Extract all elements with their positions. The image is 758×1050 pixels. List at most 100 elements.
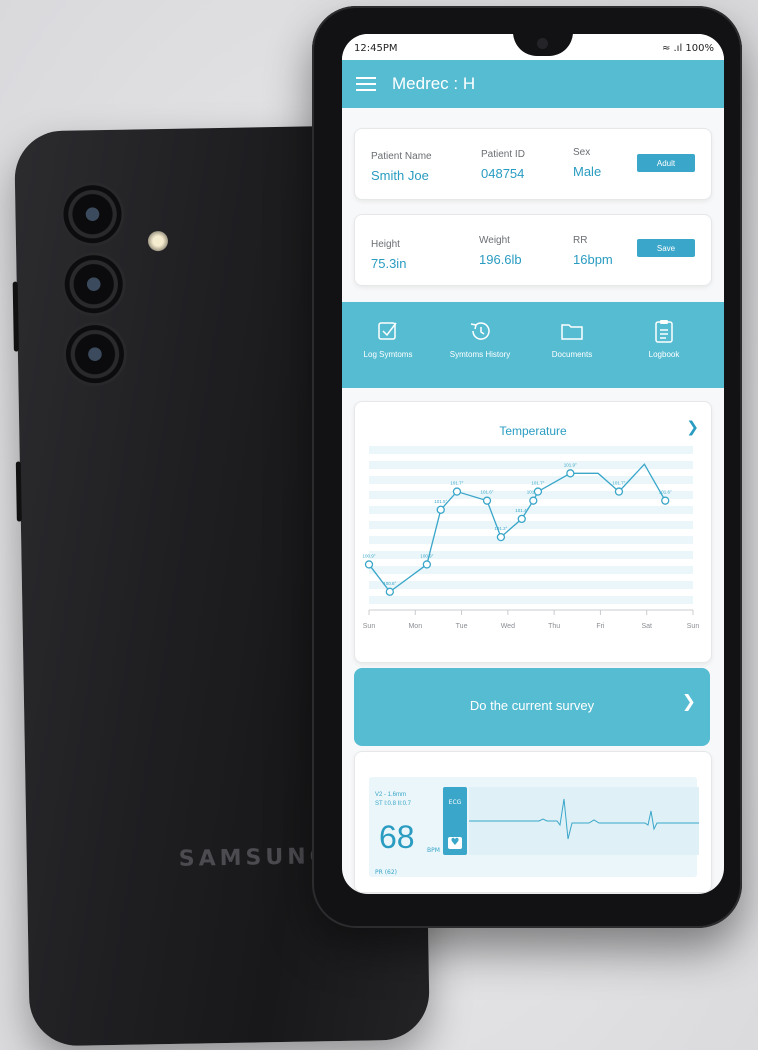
vitals-card: Height 75.3in Weight 196.6lb RR 16bpm Sa… — [354, 214, 712, 286]
temperature-point — [517, 514, 526, 524]
nav-label: Log Symtoms — [363, 350, 413, 359]
temperature-data-label: 100.6° — [383, 581, 396, 586]
x-tick-label: Tue — [456, 623, 468, 630]
ecg-panel: V2 - 1.6mm ST I:0.8 II:0.7 68 BPM PR (62… — [369, 777, 699, 877]
front-camera-icon — [537, 38, 548, 49]
temperature-point — [452, 487, 462, 496]
field-value: Male — [573, 164, 602, 179]
nav-log-symptoms[interactable]: Log Symtoms — [342, 316, 434, 359]
x-tick-label: Thu — [548, 623, 560, 630]
nav-logbook[interactable]: Logbook — [618, 316, 710, 359]
history-icon — [434, 316, 526, 346]
field-value: 16bpm — [573, 252, 613, 267]
pr-value: PR (62) — [375, 869, 398, 876]
chevron-right-icon: ❯ — [681, 692, 696, 712]
nav-symptoms-history[interactable]: Symtoms History — [434, 316, 526, 359]
power-button — [15, 461, 22, 522]
app-title: Medrec : H — [392, 74, 476, 93]
temperature-point — [661, 496, 670, 505]
field-label: Weight — [479, 235, 510, 246]
camera-lens-icon — [65, 324, 125, 384]
heart-rate-value: 68 — [379, 819, 415, 855]
field-label: Patient ID — [481, 149, 525, 160]
ecg-card[interactable]: V2 - 1.6mm ST I:0.8 II:0.7 68 BPM PR (62… — [354, 751, 712, 893]
temperature-point — [482, 496, 492, 505]
survey-label: Do the current survey — [469, 698, 595, 713]
temperature-card[interactable]: Temperature ❯ Sun Mon Tue Wed Thu Fri Sat Sun 10… — [354, 401, 712, 663]
grid-band — [369, 566, 693, 574]
camera-module — [62, 184, 136, 385]
nav-label: Logbook — [648, 350, 680, 359]
grid-band — [369, 551, 693, 559]
x-tick-label: Sat — [641, 623, 652, 630]
folder-icon — [526, 316, 618, 346]
current-survey-button[interactable]: Do the current survey ❯ — [354, 668, 710, 746]
temperature-point — [566, 469, 575, 478]
menu-icon[interactable] — [356, 77, 376, 91]
ecg-lead-info: V2 - 1.6mm ST I:0.8 II:0.7 — [375, 791, 411, 809]
ecg-tag-label: ECG — [448, 799, 462, 806]
temperature-data-label: 101.4° — [515, 508, 528, 513]
chevron-right-icon[interactable]: ❯ — [686, 418, 699, 436]
temperature-data-label: 100.9° — [362, 553, 375, 558]
patient-name-field: Patient Name Smith Joe — [371, 151, 432, 183]
ecg-tag: ECG ♥ — [443, 787, 467, 855]
brand-logo: SAMSUNG — [178, 844, 332, 872]
clipboard-icon — [618, 316, 710, 346]
heart-rate-unit: BPM — [427, 847, 440, 854]
ecg-lead-line: ST I:0.8 II:0.7 — [375, 801, 411, 807]
x-tick-label: Sun — [363, 623, 376, 630]
field-value: 75.3in — [371, 256, 407, 271]
field-value: Smith Joe — [371, 168, 429, 183]
grid-band — [369, 581, 693, 589]
temperature-data-label: 101.2° — [494, 526, 507, 531]
grid-band — [369, 536, 693, 544]
x-tick-label: Fri — [596, 623, 605, 630]
temperature-data-label: 101.6° — [659, 490, 672, 495]
temperature-data-label: 101.6° — [480, 490, 493, 495]
temperature-data-label: 101.7° — [531, 481, 544, 486]
nav-label: Symtoms History — [449, 350, 511, 359]
temperature-data-label: 101.7° — [450, 481, 463, 486]
temperature-data-label: 101.7° — [612, 481, 625, 486]
temperature-data-label: 101.5° — [434, 499, 447, 504]
ecg-lead-line: V2 - 1.6mm — [375, 792, 407, 798]
app-screen: 12:45PM ≈ .ıl 100% Medrec : H Patient Na… — [342, 34, 724, 894]
rr-field: RR 16bpm — [573, 235, 613, 267]
adult-button[interactable]: Adult — [637, 154, 695, 172]
grid-band — [369, 446, 693, 454]
field-value: 196.6lb — [479, 252, 522, 267]
status-indicators: ≈ .ıl 100% — [661, 43, 714, 54]
checkbox-icon — [342, 316, 434, 346]
field-label: Height — [371, 239, 400, 250]
camera-lens-icon — [64, 254, 124, 314]
nav-documents[interactable]: Documents — [526, 316, 618, 359]
temperature-data-label: 101.9° — [564, 462, 577, 467]
temperature-point — [436, 505, 445, 514]
temperature-point — [529, 496, 538, 505]
temperature-point — [496, 532, 506, 542]
quick-actions-bar: Log Symtoms Symtoms History Documents Lo… — [342, 302, 724, 388]
grid-band — [369, 506, 693, 514]
volume-button — [12, 281, 19, 352]
app-bar: Medrec : H — [342, 60, 724, 108]
field-label: RR — [573, 235, 588, 246]
field-label: Patient Name — [371, 151, 432, 162]
flash-icon — [147, 230, 169, 252]
camera-lens-icon — [62, 184, 123, 244]
weight-field: Weight 196.6lb — [479, 235, 522, 267]
temperature-point — [533, 487, 543, 496]
grid-band — [369, 521, 693, 529]
save-button[interactable]: Save — [637, 239, 695, 257]
temperature-data-label: 100.9° — [420, 553, 433, 558]
heart-icon: ♥ — [448, 837, 462, 849]
front-phone: 12:45PM ≈ .ıl 100% Medrec : H Patient Na… — [312, 6, 742, 928]
status-time: 12:45PM — [354, 43, 398, 54]
nav-label: Documents — [551, 350, 593, 359]
x-tick-label: Mon — [408, 623, 422, 630]
field-value: 048754 — [481, 166, 525, 181]
temperature-point — [364, 560, 374, 569]
chart-title: Temperature — [499, 424, 567, 438]
height-field: Height 75.3in — [371, 239, 406, 271]
x-tick-label: Sun — [687, 623, 700, 630]
